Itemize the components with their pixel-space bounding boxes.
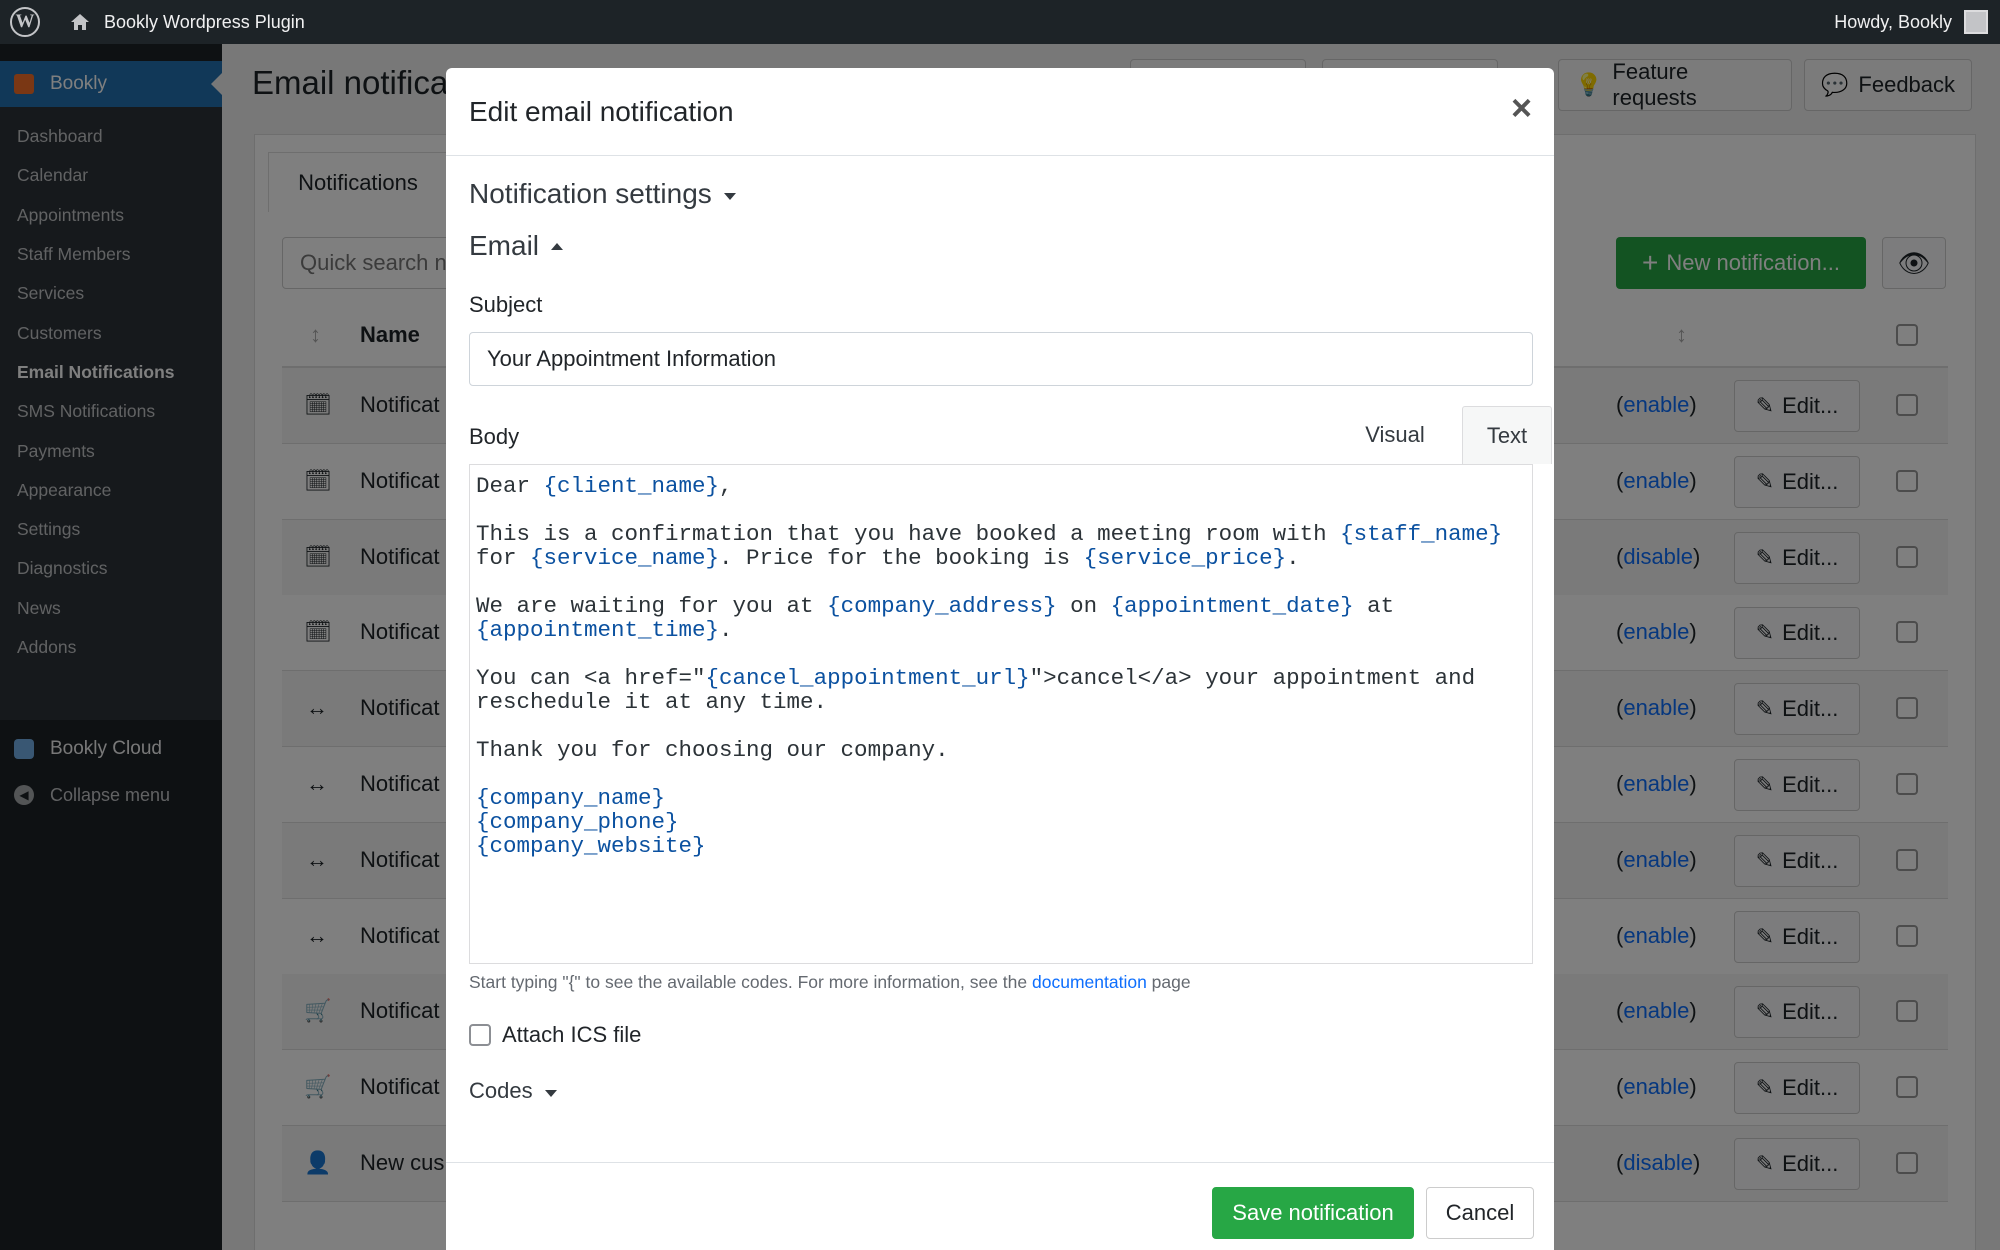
placeholder-code: {appointment_time} xyxy=(476,617,720,643)
body-text: for xyxy=(476,545,531,571)
body-text: Thank you for choosing our company. xyxy=(476,737,949,763)
admin-bar: W Bookly Wordpress Plugin Howdy, Bookly xyxy=(0,0,2000,44)
modal-header: Edit email notification × xyxy=(446,68,1554,156)
site-name-link[interactable]: Bookly Wordpress Plugin xyxy=(104,12,305,33)
body-label: Body xyxy=(469,424,520,449)
placeholder-code: {company_address} xyxy=(827,593,1057,619)
howdy-user[interactable]: Howdy, Bookly xyxy=(1834,12,1952,33)
placeholder-code: {client_name} xyxy=(543,473,720,499)
body-line: {company_name} xyxy=(476,783,1526,811)
email-section-label: Email xyxy=(469,230,540,261)
body-text: on xyxy=(1056,593,1111,619)
body-text: . Price for the booking is xyxy=(719,545,1084,571)
body-text: . xyxy=(719,617,733,643)
close-icon[interactable]: × xyxy=(1511,90,1532,126)
placeholder-code: {appointment_date} xyxy=(1110,593,1354,619)
body-line: {company_phone} xyxy=(476,807,1526,835)
codes-toggle[interactable]: Codes xyxy=(469,1078,557,1104)
body-text: reschedule it at any time. xyxy=(476,689,828,715)
body-text: ">cancel</a> your appointment and xyxy=(1029,665,1476,691)
placeholder-code: {service_price} xyxy=(1083,545,1287,571)
tab-visual[interactable]: Visual xyxy=(1342,406,1448,464)
body-text: , xyxy=(719,473,733,499)
notification-settings-toggle[interactable]: Notification settings xyxy=(469,178,736,210)
body-text: . xyxy=(1286,545,1300,571)
body-text: at xyxy=(1353,593,1395,619)
subject-input[interactable] xyxy=(469,332,1533,386)
attach-ics-label[interactable]: Attach ICS file xyxy=(502,1022,641,1048)
wordpress-logo-icon[interactable]: W xyxy=(10,7,40,37)
caret-up-icon xyxy=(551,242,564,250)
body-textarea[interactable]: Dear {client_name}, This is a confirmatio… xyxy=(469,464,1533,964)
body-line: This is a confirmation that you have boo… xyxy=(476,519,1526,547)
codes-label: Codes xyxy=(469,1078,533,1103)
caret-down-icon xyxy=(544,1089,557,1097)
email-section-toggle[interactable]: Email xyxy=(469,230,564,262)
body-line: Thank you for choosing our company. xyxy=(476,735,1526,763)
home-icon[interactable] xyxy=(68,10,92,34)
attach-ics-checkbox[interactable] xyxy=(469,1024,491,1046)
body-line: Dear {client_name}, xyxy=(476,471,1526,499)
placeholder-code: {service_name} xyxy=(530,545,720,571)
tab-text[interactable]: Text xyxy=(1462,406,1552,464)
avatar[interactable] xyxy=(1964,10,1988,34)
caret-down-icon xyxy=(723,192,736,200)
cancel-button[interactable]: Cancel xyxy=(1426,1187,1534,1239)
body-line: {company_website} xyxy=(476,831,1526,859)
help-prefix: Start typing "{" to see the available co… xyxy=(469,972,1032,992)
body-text: Dear xyxy=(476,473,544,499)
save-notification-button[interactable]: Save notification xyxy=(1212,1187,1414,1239)
help-text: Start typing "{" to see the available co… xyxy=(469,972,1191,993)
placeholder-code: {staff_name} xyxy=(1340,521,1503,547)
subject-label: Subject xyxy=(469,292,543,317)
edit-notification-modal: Edit email notification × Notification s… xyxy=(446,68,1554,1250)
modal-footer: Save notification Cancel xyxy=(446,1162,1554,1250)
body-line: We are waiting for you at {company_addre… xyxy=(476,591,1526,619)
documentation-link[interactable]: documentation xyxy=(1032,972,1147,992)
body-line: You can <a href="{cancel_appointment_url… xyxy=(476,663,1526,691)
modal-title: Edit email notification xyxy=(469,95,734,127)
help-suffix: page xyxy=(1146,972,1191,992)
placeholder-code: {company_website} xyxy=(476,833,706,859)
notification-settings-label: Notification settings xyxy=(469,178,712,209)
